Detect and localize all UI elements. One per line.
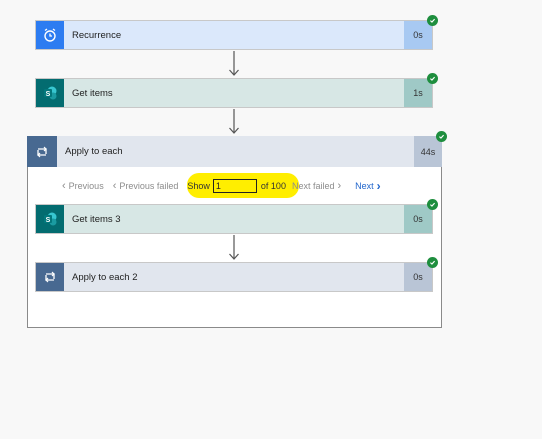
- step-title: Apply to each 2: [72, 271, 138, 283]
- chevron-left-icon: ‹: [62, 180, 66, 192]
- previous-failed-label: Previous failed: [119, 181, 179, 191]
- connector-arrow: [229, 109, 239, 134]
- loop-icon: [27, 136, 57, 167]
- iteration-number-input[interactable]: [212, 179, 257, 193]
- step-title: Apply to each: [65, 146, 123, 157]
- get-items-step[interactable]: S Get items 1s: [35, 78, 433, 108]
- of-total-label: of 100: [260, 181, 286, 191]
- success-check-icon: [436, 131, 447, 142]
- step-title: Get items: [72, 87, 113, 99]
- recurrence-step[interactable]: Recurrence 0s: [35, 20, 433, 50]
- next-failed-button[interactable]: Next failed ›: [292, 180, 341, 192]
- svg-text:S: S: [46, 91, 51, 98]
- previous-label: Previous: [68, 181, 104, 191]
- show-group: Show of 100: [187, 179, 286, 193]
- apply-to-each-2-step[interactable]: Apply to each 2 0s: [35, 262, 433, 292]
- success-check-icon: [427, 15, 438, 26]
- chevron-left-icon: ‹: [112, 180, 117, 192]
- step-title: Get items 3: [72, 213, 121, 225]
- next-label: Next: [355, 181, 374, 191]
- show-label: Show: [187, 181, 210, 191]
- duration-badge: 0s: [404, 263, 432, 291]
- duration-badge: 0s: [404, 21, 432, 49]
- sharepoint-icon: S: [36, 205, 64, 233]
- duration-badge: 0s: [404, 205, 432, 233]
- duration-badge: 1s: [404, 79, 432, 107]
- iteration-pager: ‹ Previous ‹ Previous failed Show of 100…: [28, 172, 442, 200]
- success-check-icon: [427, 257, 438, 268]
- sharepoint-icon: S: [36, 79, 64, 107]
- success-check-icon: [427, 199, 438, 210]
- previous-button[interactable]: ‹ Previous: [62, 180, 104, 192]
- svg-text:S: S: [46, 217, 51, 224]
- apply-to-each-header[interactable]: Apply to each 44s: [27, 136, 442, 167]
- chevron-right-icon: ›: [337, 180, 342, 192]
- connector-arrow: [229, 51, 239, 76]
- chevron-right-icon: ›: [376, 179, 381, 193]
- alarm-clock-icon: [36, 21, 64, 49]
- success-check-icon: [427, 73, 438, 84]
- next-failed-label: Next failed: [291, 181, 335, 191]
- next-button[interactable]: Next ›: [355, 179, 381, 193]
- step-title: Recurrence: [72, 29, 122, 41]
- connector-arrow: [229, 235, 239, 260]
- get-items-3-step[interactable]: S Get items 3 0s: [35, 204, 433, 234]
- loop-icon: [36, 263, 64, 291]
- previous-failed-button[interactable]: ‹ Previous failed: [113, 180, 179, 192]
